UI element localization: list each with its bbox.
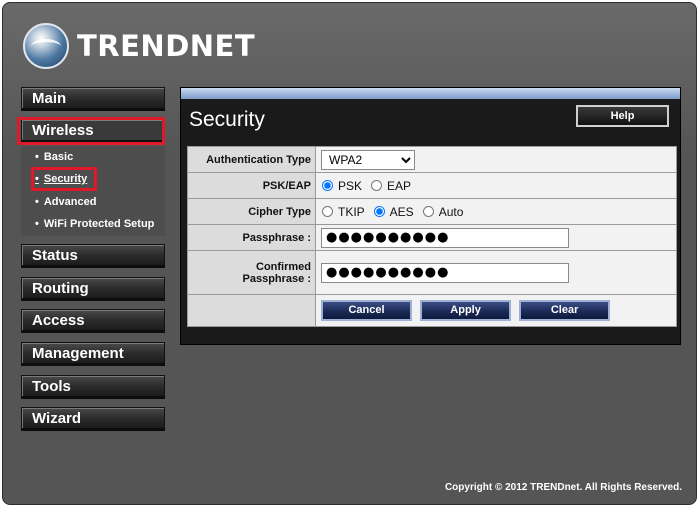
cancel-button[interactable]: Cancel <box>321 300 412 321</box>
auto-radio-option[interactable]: Auto <box>422 204 464 219</box>
bullet-icon: • <box>35 173 39 185</box>
content-topbar <box>181 88 680 99</box>
sidebar-item-tools[interactable]: Tools <box>21 375 165 399</box>
apply-button[interactable]: Apply <box>420 300 512 321</box>
confirm-passphrase-label-line2: Passphrase : <box>242 272 311 285</box>
form-row-psk-eap: PSK/EAP PSK EAP <box>187 172 677 199</box>
bullet-icon: • <box>35 218 39 230</box>
tkip-radio-label: TKIP <box>338 204 365 219</box>
help-button[interactable]: Help <box>576 105 669 127</box>
sidebar-item-status[interactable]: Status <box>21 244 165 268</box>
psk-eap-cell: PSK EAP <box>315 172 677 199</box>
passphrase-label: Passphrase : <box>187 224 316 251</box>
eap-radio-label: EAP <box>387 178 412 193</box>
psk-radio-option[interactable]: PSK <box>321 179 362 193</box>
wireless-submenu: • Basic • Security • Advanced • WiFi Protect… <box>21 146 165 236</box>
clear-button[interactable]: Clear <box>519 300 611 321</box>
buttons-label-cell <box>187 294 316 327</box>
copyright-text: Copyright © 2012 TRENDnet. All Rights Re… <box>444 482 682 493</box>
sidebar-item-access[interactable]: Access <box>21 309 165 333</box>
logo-text: TRENDNET <box>77 29 256 63</box>
sidebar-item-management[interactable]: Management <box>21 342 165 366</box>
form-row-buttons: Cancel Apply Clear <box>187 294 677 327</box>
cipher-type-cell: TKIP AES Auto <box>315 198 677 225</box>
page-title: Security <box>189 108 265 131</box>
auth-type-label: Authentication Type <box>187 146 316 173</box>
sidebar-item-routing[interactable]: Routing <box>21 277 165 301</box>
confirm-passphrase-label-line1: Confirmed <box>256 260 311 273</box>
psk-radio-label: PSK <box>338 178 363 193</box>
sidebar-item-main[interactable]: Main <box>21 87 165 111</box>
cipher-radio-group: TKIP AES Auto <box>321 205 676 219</box>
auth-type-select[interactable]: WPA2 <box>321 149 415 170</box>
eap-radio-option[interactable]: EAP <box>370 179 411 193</box>
buttons-cell: Cancel Apply Clear <box>315 294 677 327</box>
psk-eap-radio-group: PSK EAP <box>321 179 676 193</box>
submenu-label: Basic <box>43 151 74 163</box>
passphrase-input[interactable] <box>321 227 569 248</box>
auth-type-cell: WPA2 <box>315 146 677 173</box>
bullet-icon: • <box>35 196 39 208</box>
submenu-label: Advanced <box>43 196 97 208</box>
sidebar-item-wireless[interactable]: Wireless <box>21 119 165 143</box>
psk-eap-label: PSK/EAP <box>187 172 316 199</box>
aes-radio[interactable] <box>373 206 385 217</box>
submenu-item-security[interactable]: • Security <box>35 173 87 185</box>
form-row-passphrase: Passphrase : <box>187 224 677 251</box>
confirm-passphrase-input[interactable] <box>321 262 569 283</box>
form-row-auth-type: Authentication Type WPA2 <box>187 146 677 173</box>
aes-radio-option[interactable]: AES <box>373 205 414 219</box>
tkip-radio[interactable] <box>322 206 333 217</box>
router-admin-frame: TRENDNET Main Wireless • Basic • Security … <box>2 2 697 505</box>
submenu-item-wifi-protected-setup[interactable]: • WiFi Protected Setup <box>35 218 154 230</box>
trendnet-logo: TRENDNET <box>23 21 255 71</box>
security-form: Authentication Type WPA2 PSK/EAP PSK EAP <box>187 146 677 327</box>
confirm-passphrase-cell <box>315 250 677 295</box>
bullet-icon: • <box>35 151 39 163</box>
form-row-cipher-type: Cipher Type TKIP AES Auto <box>187 198 677 225</box>
auto-radio-label: Auto <box>438 204 464 219</box>
content-panel: Security Help Authentication Type WPA2 P… <box>180 87 681 345</box>
passphrase-cell <box>315 224 677 251</box>
psk-radio[interactable] <box>322 180 333 191</box>
eap-radio[interactable] <box>371 180 383 191</box>
submenu-label: Security <box>43 173 88 185</box>
submenu-item-advanced[interactable]: • Advanced <box>35 196 96 208</box>
auto-radio[interactable] <box>422 206 434 217</box>
trendnet-globe-icon <box>23 23 69 69</box>
submenu-label: WiFi Protected Setup <box>43 218 155 230</box>
form-row-confirm-passphrase: Confirmed Passphrase : <box>187 250 677 295</box>
tkip-radio-option[interactable]: TKIP <box>321 205 365 219</box>
sidebar-item-wizard[interactable]: Wizard <box>21 407 165 431</box>
submenu-item-basic[interactable]: • Basic <box>35 151 73 163</box>
cipher-type-label: Cipher Type <box>187 198 316 225</box>
confirm-passphrase-label: Confirmed Passphrase : <box>187 250 316 295</box>
aes-radio-label: AES <box>389 204 414 219</box>
